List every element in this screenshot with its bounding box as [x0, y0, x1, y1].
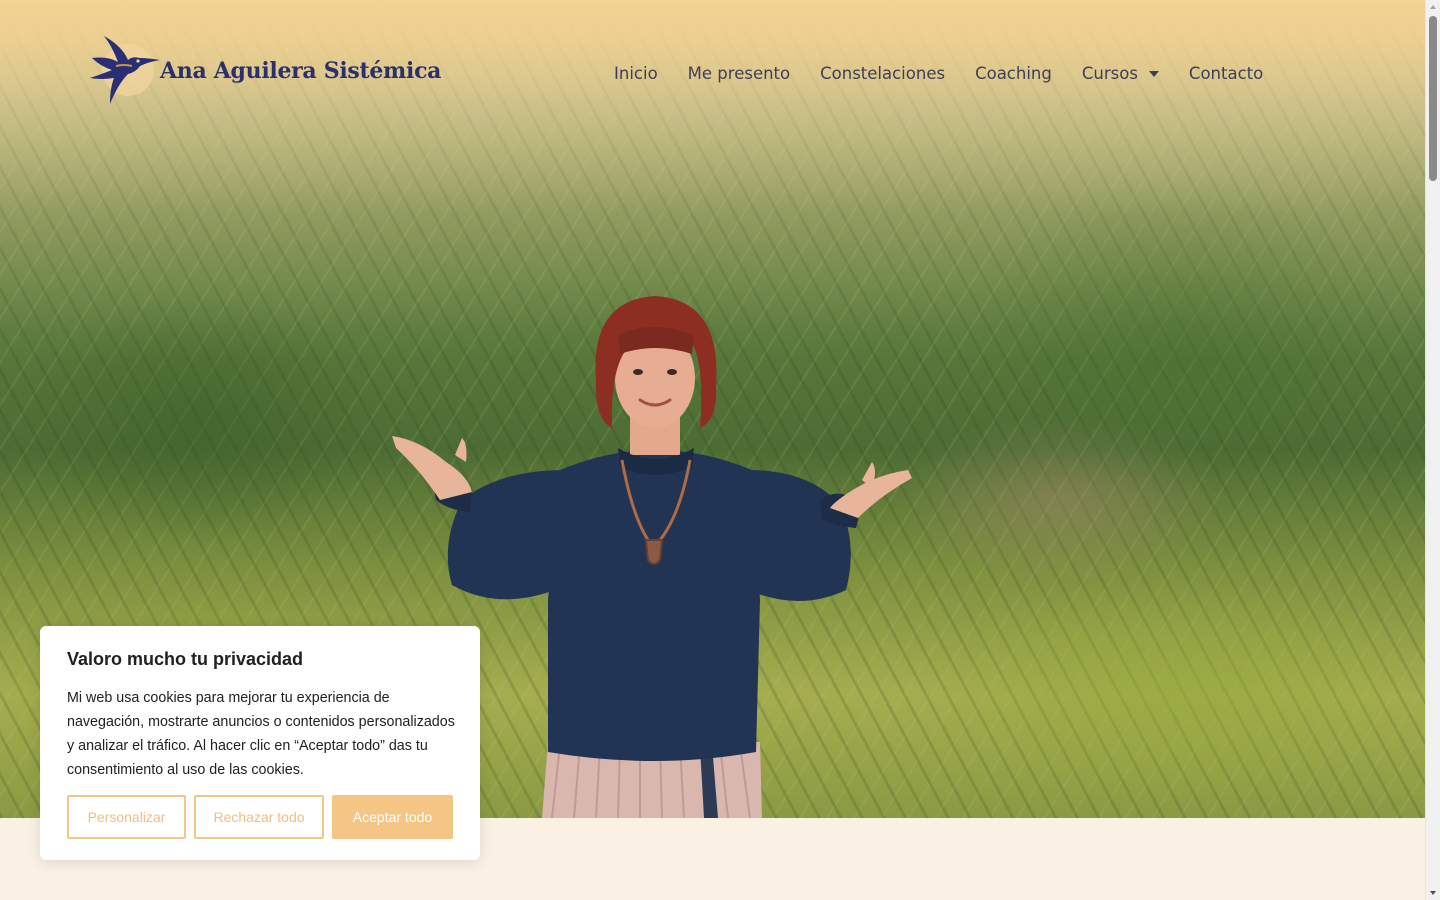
nav-item-cursos[interactable]: Cursos [1082, 64, 1159, 83]
cookie-banner-title: Valoro mucho tu privacidad [67, 649, 304, 669]
nav-item-contacto[interactable]: Contacto [1189, 64, 1263, 83]
nav-item-label: Me presento [687, 64, 791, 83]
nav-item-label: Coaching [975, 64, 1052, 83]
main-navigation: Inicio Me presento Constelaciones Coachi… [614, 64, 1263, 83]
scroll-up-arrow-icon[interactable] [1430, 5, 1436, 9]
nav-item-label: Cursos [1081, 64, 1138, 83]
customize-cookies-button[interactable]: Personalizar [67, 795, 186, 839]
caret-down-icon[interactable] [1148, 71, 1159, 77]
nav-item-coaching[interactable]: Coaching [975, 64, 1052, 83]
nav-item-label: Contacto [1188, 64, 1264, 83]
nav-item-label: Constelaciones [820, 64, 946, 83]
site-title: Ana Aguilera Sistémica [160, 58, 442, 84]
hummingbird-icon [90, 36, 160, 104]
reject-all-cookies-button[interactable]: Rechazar todo [194, 795, 324, 839]
nav-item-inicio[interactable]: Inicio [614, 64, 658, 83]
cookie-banner-text: Mi web usa cookies para mejorar tu exper… [67, 690, 455, 778]
cookie-consent-banner: Valoro mucho tu privacidad Mi web usa co… [40, 626, 480, 860]
nav-item-me-presento[interactable]: Me presento [688, 64, 790, 83]
page-scrollbar[interactable] [1425, 0, 1440, 900]
accept-all-cookies-button[interactable]: Aceptar todo [332, 795, 453, 839]
nav-item-constelaciones[interactable]: Constelaciones [820, 64, 945, 83]
scrollbar-thumb[interactable] [1429, 16, 1437, 181]
cookie-banner-actions: Personalizar Rechazar todo Aceptar todo [67, 795, 453, 839]
site-header: Ana Aguilera Sistémica Inicio Me present… [0, 0, 1425, 140]
scroll-down-arrow-icon[interactable] [1430, 891, 1436, 895]
site-logo[interactable]: Ana Aguilera Sistémica [88, 34, 441, 106]
nav-item-label: Inicio [614, 64, 658, 83]
